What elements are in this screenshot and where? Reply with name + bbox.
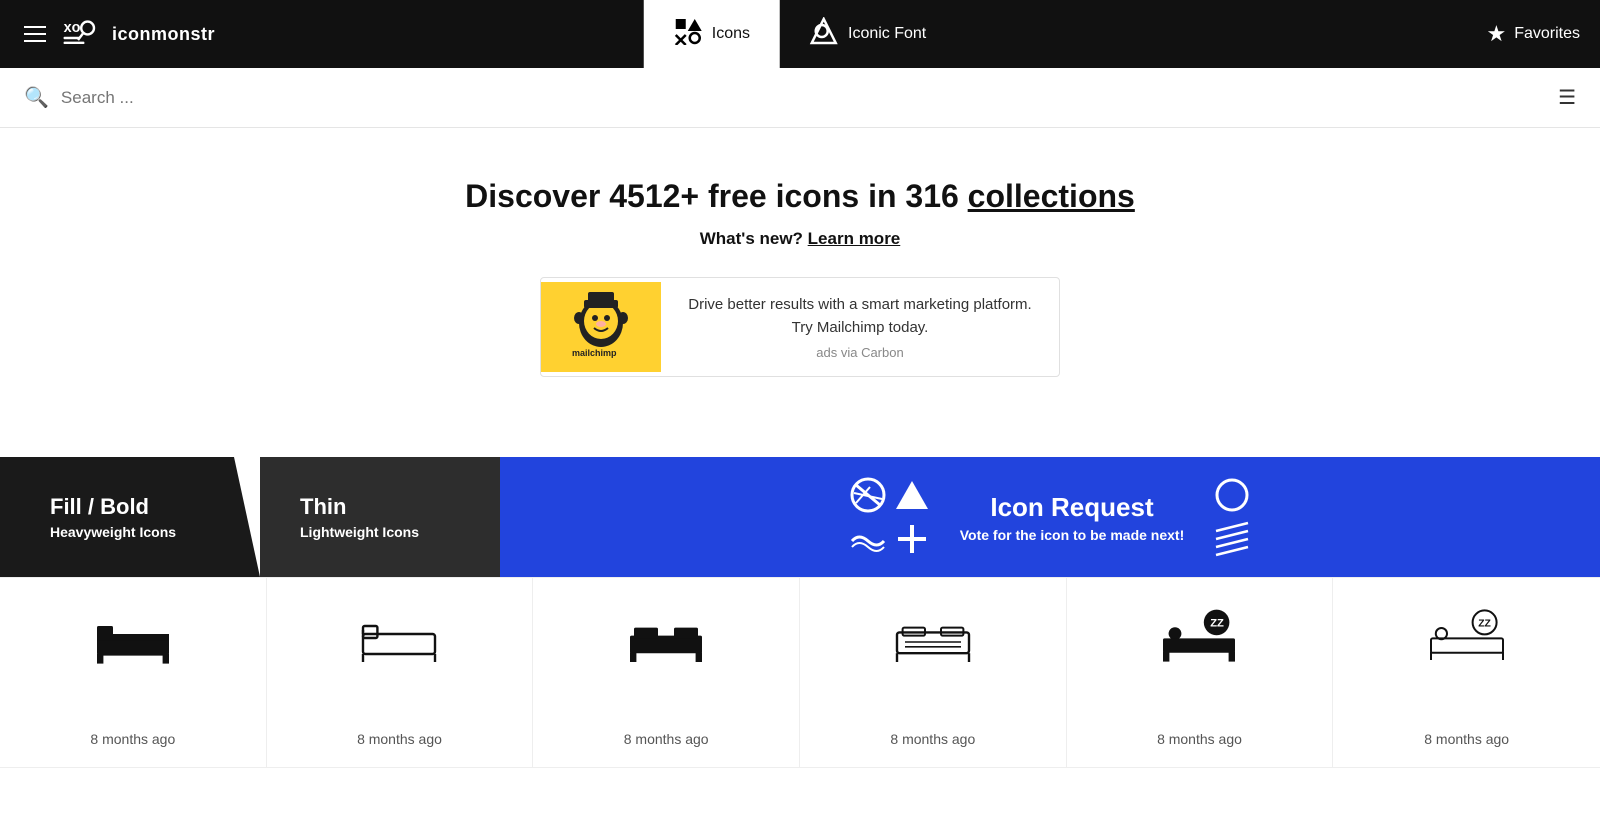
icon-cell-5[interactable]: ZZ 8 months ago [1067, 578, 1334, 768]
ad-main-text: Drive better results with a smart market… [681, 294, 1039, 339]
triangle-icon [894, 477, 930, 513]
wave-icon [850, 521, 886, 557]
thin-title: Thin [300, 494, 500, 520]
fill-bold-title: Fill / Bold [50, 494, 260, 520]
bed-icon-3 [626, 608, 706, 668]
favorites-button[interactable]: ★ Favorites [1486, 21, 1580, 47]
icon-cell-6[interactable]: ZZ 8 months ago [1333, 578, 1600, 768]
filter-icon[interactable]: ☰ [1558, 85, 1576, 110]
request-action-icons [1214, 477, 1250, 557]
timestamp-6: 8 months ago [1424, 731, 1509, 747]
request-decoration-icons [850, 477, 930, 557]
tab-iconic-font-label: Iconic Font [848, 25, 926, 43]
thin-sub: Lightweight Icons [300, 524, 500, 540]
hamburger-menu[interactable] [20, 22, 50, 46]
bed-icon-4 [893, 608, 973, 668]
ad-card[interactable]: mailchimp Drive better results with a sm… [540, 277, 1060, 377]
favorites-label: Favorites [1514, 25, 1580, 43]
request-sub: Vote for the icon to be made next! [960, 527, 1185, 543]
hero-title: Discover 4512+ free icons in 316 collect… [20, 178, 1580, 215]
striped-circle-icon [850, 477, 886, 513]
hero-title-text: Discover 4512+ free icons in 316 [465, 178, 968, 214]
svg-text:xo: xo [64, 20, 81, 36]
logo-area[interactable]: xo iconmonstr [62, 16, 215, 52]
tab-icons-label: Icons [712, 25, 750, 43]
hero-subtitle: What's new? Learn more [20, 229, 1580, 249]
hero-section: Discover 4512+ free icons in 316 collect… [0, 128, 1600, 417]
header-left: xo iconmonstr [20, 16, 215, 52]
whats-new-text: What's new? [700, 229, 808, 248]
request-text: Icon Request Vote for the icon to be mad… [960, 492, 1185, 543]
bed-icon-1 [93, 608, 173, 668]
main-header: xo iconmonstr Icons [0, 0, 1600, 68]
lines-icon [1214, 521, 1250, 557]
feature-fill-bold[interactable]: Fill / Bold Heavyweight Icons [0, 457, 260, 577]
circle-outline-icon [1214, 477, 1250, 513]
bed-icon-6: ZZ [1427, 608, 1507, 668]
fill-bold-sub: Heavyweight Icons [50, 524, 260, 540]
collections-link[interactable]: collections [968, 178, 1135, 214]
learn-more-link[interactable]: Learn more [808, 229, 901, 248]
svg-text:ZZ: ZZ [1478, 618, 1491, 629]
icon-cell-1[interactable]: 8 months ago [0, 578, 267, 768]
timestamp-2: 8 months ago [357, 731, 442, 747]
header-nav: Icons Iconic Font [644, 0, 957, 68]
mailchimp-logo: mailchimp [566, 288, 636, 367]
feature-strip: Fill / Bold Heavyweight Icons Thin Light… [0, 457, 1600, 577]
tab-icons[interactable]: Icons [644, 0, 780, 68]
bed-icon-5: ZZ [1159, 608, 1239, 668]
icon-grid: 8 months ago 8 months ago 8 months ago [0, 577, 1600, 768]
ad-via-text: ads via Carbon [681, 345, 1039, 360]
tab-iconic-font[interactable]: Iconic Font [780, 0, 956, 68]
icon-cell-3[interactable]: 8 months ago [533, 578, 800, 768]
feature-thin[interactable]: Thin Lightweight Icons [260, 457, 500, 577]
search-bar: 🔍 ☰ [0, 68, 1600, 128]
svg-text:ZZ: ZZ [1211, 617, 1225, 629]
logo-text: iconmonstr [112, 24, 215, 45]
bed-icon-2 [359, 608, 439, 668]
request-title: Icon Request [960, 492, 1185, 523]
timestamp-5: 8 months ago [1157, 731, 1242, 747]
timestamp-3: 8 months ago [624, 731, 709, 747]
ad-logo: mailchimp [541, 282, 661, 372]
timestamp-1: 8 months ago [90, 731, 175, 747]
icons-nav-icon [674, 17, 702, 51]
search-icon: 🔍 [24, 85, 49, 110]
logo-icon: xo [62, 16, 102, 52]
feature-icon-request[interactable]: Icon Request Vote for the icon to be mad… [500, 457, 1600, 577]
timestamp-4: 8 months ago [890, 731, 975, 747]
icon-cell-4[interactable]: 8 months ago [800, 578, 1067, 768]
star-icon: ★ [1486, 21, 1506, 47]
plus-icon [894, 521, 930, 557]
ad-text: Drive better results with a smart market… [661, 278, 1059, 376]
svg-text:mailchimp: mailchimp [572, 348, 617, 358]
iconic-font-icon [810, 17, 838, 51]
search-input[interactable] [61, 88, 1558, 108]
icon-cell-2[interactable]: 8 months ago [267, 578, 534, 768]
